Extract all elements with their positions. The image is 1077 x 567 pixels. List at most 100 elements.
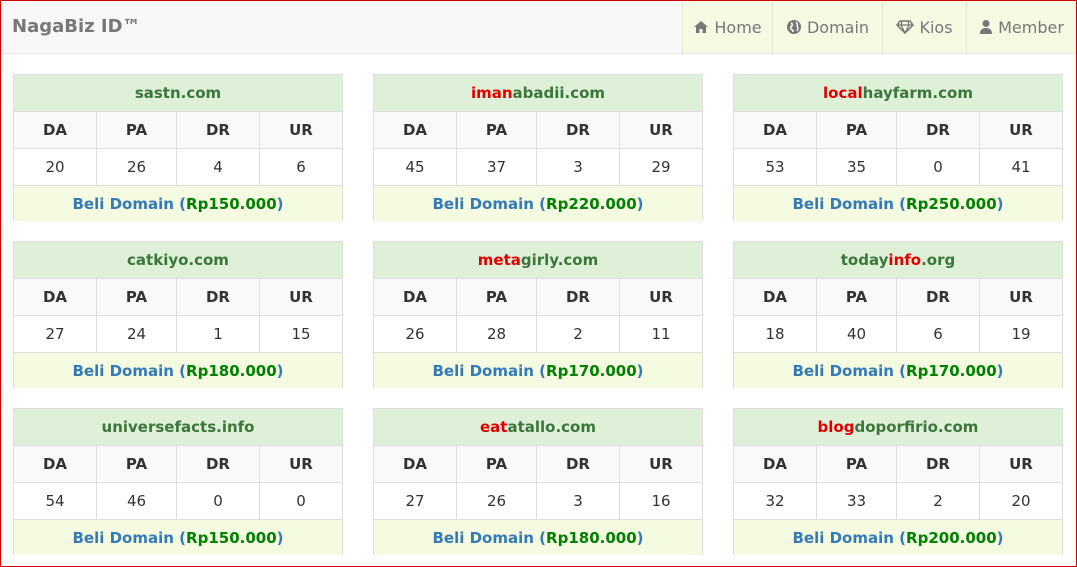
value-da: 26	[374, 316, 457, 352]
home-icon	[694, 21, 709, 33]
value-da: 27	[14, 316, 97, 352]
domain-name[interactable]: iman abadii.com	[374, 75, 702, 112]
domain-name-highlight: iman	[470, 84, 513, 102]
header-dr: DR	[177, 112, 260, 148]
diamond-icon	[896, 20, 915, 34]
header-ur: UR	[649, 121, 673, 139]
price: Rp180.000	[546, 528, 637, 547]
buy-domain-link[interactable]: Beli Domain (Rp170.000)	[734, 353, 1062, 388]
price: Rp170.000	[906, 361, 997, 380]
domain-name-rest: girly.com	[520, 251, 599, 269]
domain-name-rest: catkiyo.com	[127, 251, 229, 269]
value-ur: 29	[651, 158, 671, 176]
nav-home[interactable]: Home	[682, 1, 772, 53]
domain-name-rest: hayfarm.com	[862, 84, 973, 102]
header-ur: UR	[289, 455, 313, 473]
nav-home-label: Home	[714, 17, 762, 37]
domain-name[interactable]: sastn.com	[14, 75, 342, 112]
user-icon	[980, 20, 993, 34]
value-pa: 40	[817, 316, 897, 352]
globe-icon	[786, 20, 801, 34]
value-da: 54	[14, 483, 97, 519]
buy-domain-link[interactable]: Beli Domain (Rp250.000)	[734, 186, 1062, 221]
buy-domain-link[interactable]: Beli Domain (Rp170.000)	[374, 353, 702, 388]
nav-domain[interactable]: Domain	[772, 1, 882, 53]
header-dr: DR	[537, 446, 620, 482]
value-ur: 11	[651, 325, 671, 343]
buy-domain-link[interactable]: Beli Domain (Rp220.000)	[374, 186, 702, 221]
header-da: DA	[14, 112, 97, 148]
metrics-header-row: DA PA DR UR	[374, 279, 702, 316]
buy-domain-link[interactable]: Beli Domain (Rp180.000)	[14, 353, 342, 388]
domain-name[interactable]: universefacts.info	[14, 409, 342, 446]
header-pa: PA	[457, 279, 537, 315]
metrics-value-row: 27 26 3 16	[374, 483, 702, 520]
value-ur: 19	[1011, 325, 1031, 343]
metrics-value-row: 26 28 2 11	[374, 316, 702, 353]
buy-domain-link[interactable]: Beli Domain (Rp150.000)	[14, 186, 342, 221]
value-pa: 33	[817, 483, 897, 519]
value-da: 53	[734, 149, 817, 185]
value-ur: 16	[651, 492, 671, 510]
domain-name-prefix: today	[840, 251, 889, 269]
metrics-value-row: 20 26 4 6	[14, 149, 342, 186]
buy-label: Beli Domain	[432, 361, 534, 380]
metrics-value-row: 27 24 1 15	[14, 316, 342, 353]
domain-name-highlight: blog	[817, 418, 855, 436]
buy-domain-link[interactable]: Beli Domain (Rp150.000)	[14, 520, 342, 555]
nav-kios-label: Kios	[919, 17, 953, 37]
domain-name-highlight: meta	[477, 251, 521, 269]
navbar: NagaBiz ID™ Home Domain Kios Member	[1, 1, 1076, 54]
domain-name[interactable]: today info .org	[734, 242, 1062, 279]
metrics-header-row: DA PA DR UR	[734, 112, 1062, 149]
domain-card-metagirly: meta girly.com DA PA DR UR 26 28 2 11 Bel…	[373, 241, 703, 388]
price: Rp170.000	[546, 361, 637, 380]
buy-domain-link[interactable]: Beli Domain (Rp200.000)	[734, 520, 1062, 555]
buy-label: Beli Domain	[792, 361, 894, 380]
domain-name-rest: doporfirio.com	[854, 418, 979, 436]
header-ur: UR	[649, 455, 673, 473]
metrics-value-row: 53 35 0 41	[734, 149, 1062, 186]
domain-name[interactable]: blog doporfirio.com	[734, 409, 1062, 446]
header-dr: DR	[537, 112, 620, 148]
metrics-header-row: DA PA DR UR	[374, 446, 702, 483]
domain-card-localhayfarm: local hayfarm.com DA PA DR UR 53 35 0 41 …	[733, 74, 1063, 221]
value-pa: 26	[457, 483, 537, 519]
header-ur: UR	[1009, 121, 1033, 139]
domain-card-sastn: sastn.com DA PA DR UR 20 26 4 6 Beli Dom…	[13, 74, 343, 221]
nav-kios[interactable]: Kios	[882, 1, 966, 53]
value-dr: 1	[177, 316, 260, 352]
value-pa: 37	[457, 149, 537, 185]
value-da: 20	[14, 149, 97, 185]
domain-name[interactable]: local hayfarm.com	[734, 75, 1062, 112]
domain-name-rest: abadii.com	[512, 84, 606, 102]
domain-card-catkiyo: catkiyo.com DA PA DR UR 27 24 1 15 Beli …	[13, 241, 343, 388]
domain-name[interactable]: eat atallo.com	[374, 409, 702, 446]
brand-logo[interactable]: NagaBiz ID™	[12, 16, 141, 37]
price: Rp200.000	[906, 528, 997, 547]
header-pa: PA	[97, 446, 177, 482]
value-dr: 6	[897, 316, 980, 352]
header-da: DA	[734, 112, 817, 148]
domain-name[interactable]: catkiyo.com	[14, 242, 342, 279]
nav-member[interactable]: Member	[966, 1, 1076, 53]
value-ur: 6	[296, 158, 306, 176]
value-dr: 2	[537, 316, 620, 352]
value-pa: 26	[97, 149, 177, 185]
domain-name[interactable]: meta girly.com	[374, 242, 702, 279]
metrics-header-row: DA PA DR UR	[734, 446, 1062, 483]
header-pa: PA	[97, 279, 177, 315]
domain-card-universefacts: universefacts.info DA PA DR UR 54 46 0 0…	[13, 408, 343, 555]
price: Rp150.000	[186, 194, 277, 213]
header-ur: UR	[1009, 455, 1033, 473]
header-da: DA	[734, 279, 817, 315]
value-ur: 20	[1011, 492, 1031, 510]
header-da: DA	[14, 446, 97, 482]
header-dr: DR	[177, 279, 260, 315]
header-ur: UR	[649, 288, 673, 306]
domain-name-rest: .org	[921, 251, 956, 269]
buy-domain-link[interactable]: Beli Domain (Rp180.000)	[374, 520, 702, 555]
buy-label: Beli Domain	[72, 194, 174, 213]
buy-label: Beli Domain	[72, 528, 174, 547]
price: Rp150.000	[186, 528, 277, 547]
